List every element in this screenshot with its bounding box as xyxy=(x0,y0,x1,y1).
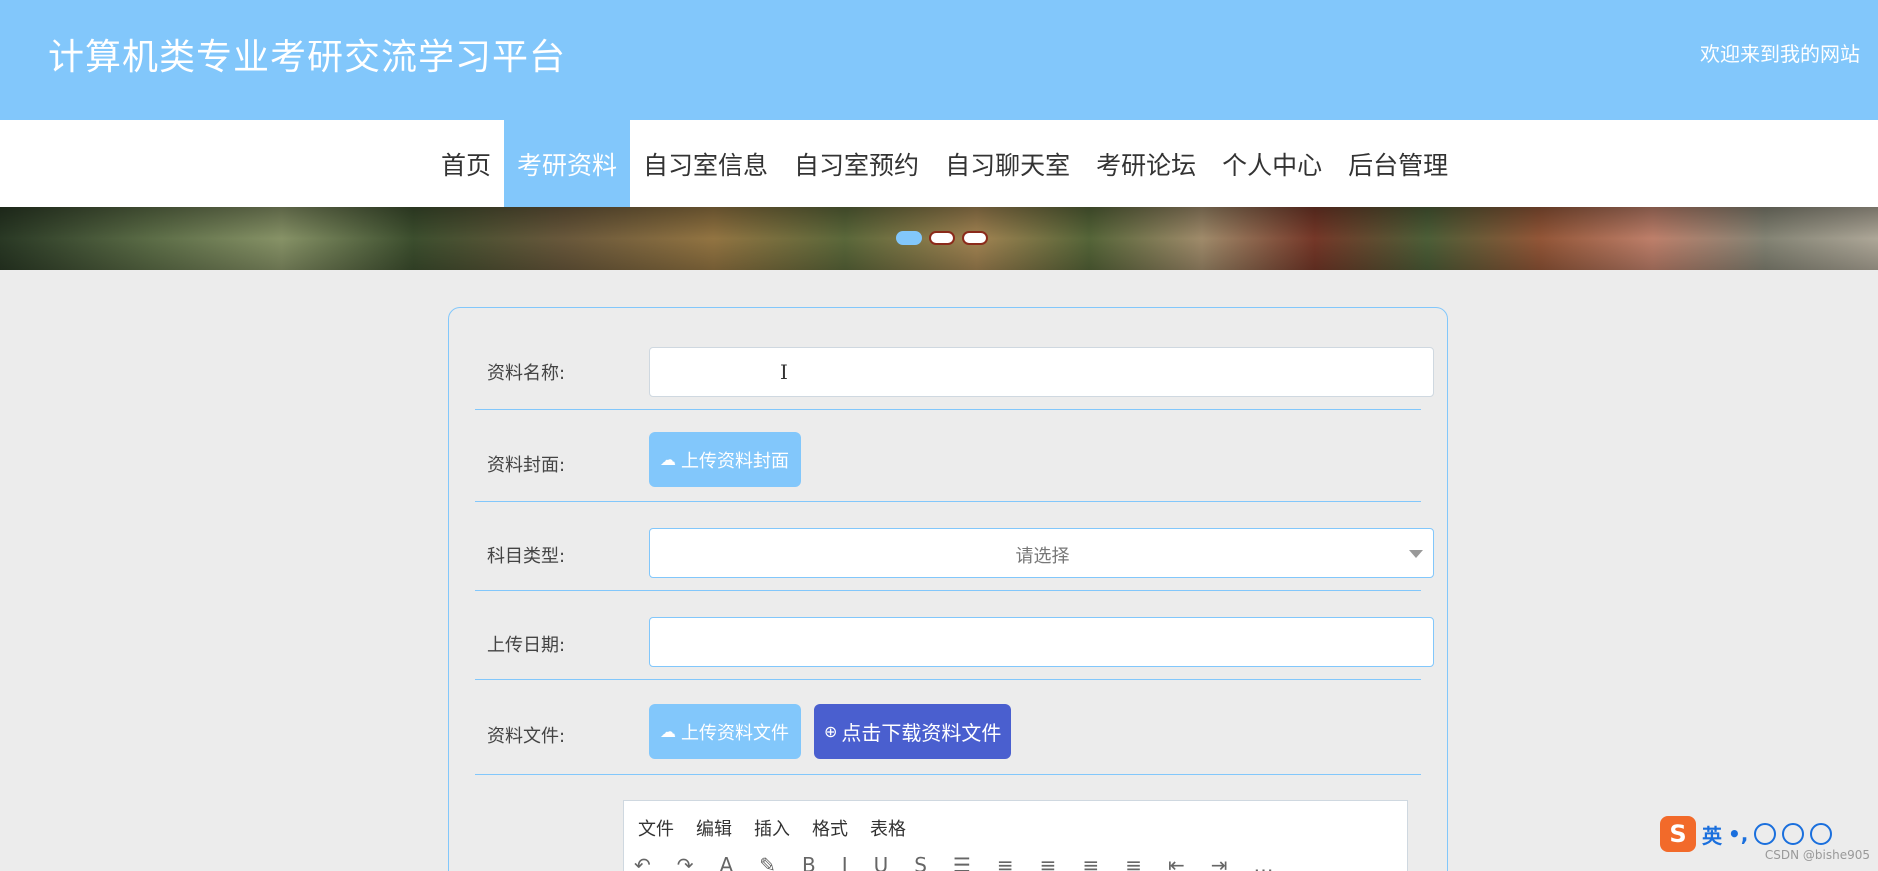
align-right-icon[interactable]: ≡ xyxy=(1082,853,1099,871)
editor-menu-insert[interactable]: 插入 xyxy=(754,815,790,841)
indent-icon[interactable]: ⇥ xyxy=(1211,853,1228,871)
upload-file-label: 上传资料文件 xyxy=(681,722,789,744)
emoji-icon[interactable] xyxy=(1754,823,1777,845)
cloud-upload-icon: ☁ xyxy=(660,449,676,469)
keyboard-icon[interactable] xyxy=(1810,823,1833,845)
site-header: 计算机类专业考研交流学习平台 欢迎来到我的网站 xyxy=(0,0,1878,120)
download-file-label: 点击下载资料文件 xyxy=(841,721,1002,745)
cover-label: 资料封面: xyxy=(487,455,566,476)
ime-mode[interactable]: 英 xyxy=(1702,820,1722,849)
undo-icon[interactable]: ↶ xyxy=(634,853,651,871)
editor-menu-edit[interactable]: 编辑 xyxy=(696,815,732,841)
editor-menu-table[interactable]: 表格 xyxy=(870,815,906,841)
date-label: 上传日期: xyxy=(487,635,566,656)
highlight-icon[interactable]: ✎ xyxy=(759,853,776,871)
nav-item-personal-center[interactable]: 个人中心 xyxy=(1209,120,1335,207)
form-row-file: 资料文件: ☁ 上传资料文件 ⊕ 点击下载资料文件 xyxy=(475,680,1421,775)
editor-menu-file[interactable]: 文件 xyxy=(638,815,674,841)
chevron-down-icon xyxy=(1409,550,1423,558)
redo-icon[interactable]: ↷ xyxy=(677,853,694,871)
download-icon: ⊕ xyxy=(824,721,838,741)
cloud-upload-icon: ☁ xyxy=(660,721,676,741)
nav-item-study-room-booking[interactable]: 自习室预约 xyxy=(781,120,932,207)
align-center-icon[interactable]: ≡ xyxy=(1040,853,1057,871)
italic-icon[interactable]: I xyxy=(842,853,848,871)
bold-icon[interactable]: B xyxy=(802,853,816,871)
site-title: 计算机类专业考研交流学习平台 xyxy=(48,37,567,78)
upload-cover-button[interactable]: ☁ 上传资料封面 xyxy=(649,432,801,487)
nav-item-study-materials[interactable]: 考研资料 xyxy=(504,120,631,207)
ime-logo-icon[interactable]: S xyxy=(1660,816,1696,852)
microphone-icon[interactable] xyxy=(1782,823,1805,845)
download-file-button[interactable]: ⊕ 点击下载资料文件 xyxy=(814,704,1011,759)
nav-item-study-chat-room[interactable]: 自习聊天室 xyxy=(932,120,1083,207)
upload-cover-label: 上传资料封面 xyxy=(681,450,789,472)
punctuation-icon[interactable]: •, xyxy=(1728,822,1748,846)
file-label: 资料文件: xyxy=(487,726,566,747)
text-cursor-icon: I xyxy=(780,360,788,384)
nav-item-home[interactable]: 首页 xyxy=(428,120,504,207)
align-left-icon[interactable]: ≡ xyxy=(997,853,1014,871)
watermark: CSDN @bishe905 xyxy=(1764,848,1870,862)
nav-item-study-room-info[interactable]: 自习室信息 xyxy=(630,120,781,207)
outdent-icon[interactable]: ⇤ xyxy=(1168,853,1185,871)
carousel-dot-2[interactable] xyxy=(929,231,955,245)
main-nav: 首页 考研资料 自习室信息 自习室预约 自习聊天室 考研论坛 个人中心 后台管理 xyxy=(0,120,1878,207)
material-form: 资料名称: I 资料封面: ☁ 上传资料封面 科目类型: 请选择 上传日期: 资… xyxy=(448,307,1448,871)
justify-icon[interactable]: ≡ xyxy=(1125,853,1142,871)
carousel-indicators xyxy=(896,231,988,245)
nav-item-admin[interactable]: 后台管理 xyxy=(1335,120,1461,207)
nav-item-forum[interactable]: 考研论坛 xyxy=(1083,120,1209,207)
name-input[interactable]: I xyxy=(649,347,1434,397)
form-row-name: 资料名称: I xyxy=(475,308,1434,410)
strikethrough-icon[interactable]: S xyxy=(914,853,927,871)
list-icon[interactable]: ☰ xyxy=(953,853,971,871)
editor-toolbar: ↶ ↷ A ✎ B I U S ☰ ≡ ≡ ≡ ≡ ⇤ ⇥ … xyxy=(634,853,1274,871)
editor-menu-format[interactable]: 格式 xyxy=(812,815,848,841)
date-input[interactable] xyxy=(649,617,1434,667)
carousel-dot-3[interactable] xyxy=(962,231,988,245)
nav-list: 首页 考研资料 自习室信息 自习室预约 自习聊天室 考研论坛 个人中心 后台管理 xyxy=(428,120,1461,207)
more-icon[interactable]: … xyxy=(1254,853,1274,871)
upload-file-button[interactable]: ☁ 上传资料文件 xyxy=(649,704,801,759)
subject-select[interactable]: 请选择 xyxy=(649,528,1434,578)
editor-menubar: 文件 编辑 插入 格式 表格 xyxy=(638,815,906,841)
font-color-icon[interactable]: A xyxy=(720,853,734,871)
carousel-dot-1[interactable] xyxy=(896,231,922,245)
underline-icon[interactable]: U xyxy=(874,853,889,871)
name-label: 资料名称: xyxy=(487,363,566,384)
form-row-cover: 资料封面: ☁ 上传资料封面 xyxy=(475,410,1421,502)
form-row-subject: 科目类型: 请选择 xyxy=(475,502,1434,591)
subject-label: 科目类型: xyxy=(487,546,566,567)
subject-select-value: 请选择 xyxy=(1015,546,1070,567)
form-row-date: 上传日期: xyxy=(475,591,1434,680)
welcome-text: 欢迎来到我的网站 xyxy=(1700,42,1860,66)
rich-text-editor[interactable]: 文件 编辑 插入 格式 表格 ↶ ↷ A ✎ B I U S ☰ ≡ ≡ ≡ ≡… xyxy=(623,800,1408,871)
banner-carousel xyxy=(0,207,1878,270)
